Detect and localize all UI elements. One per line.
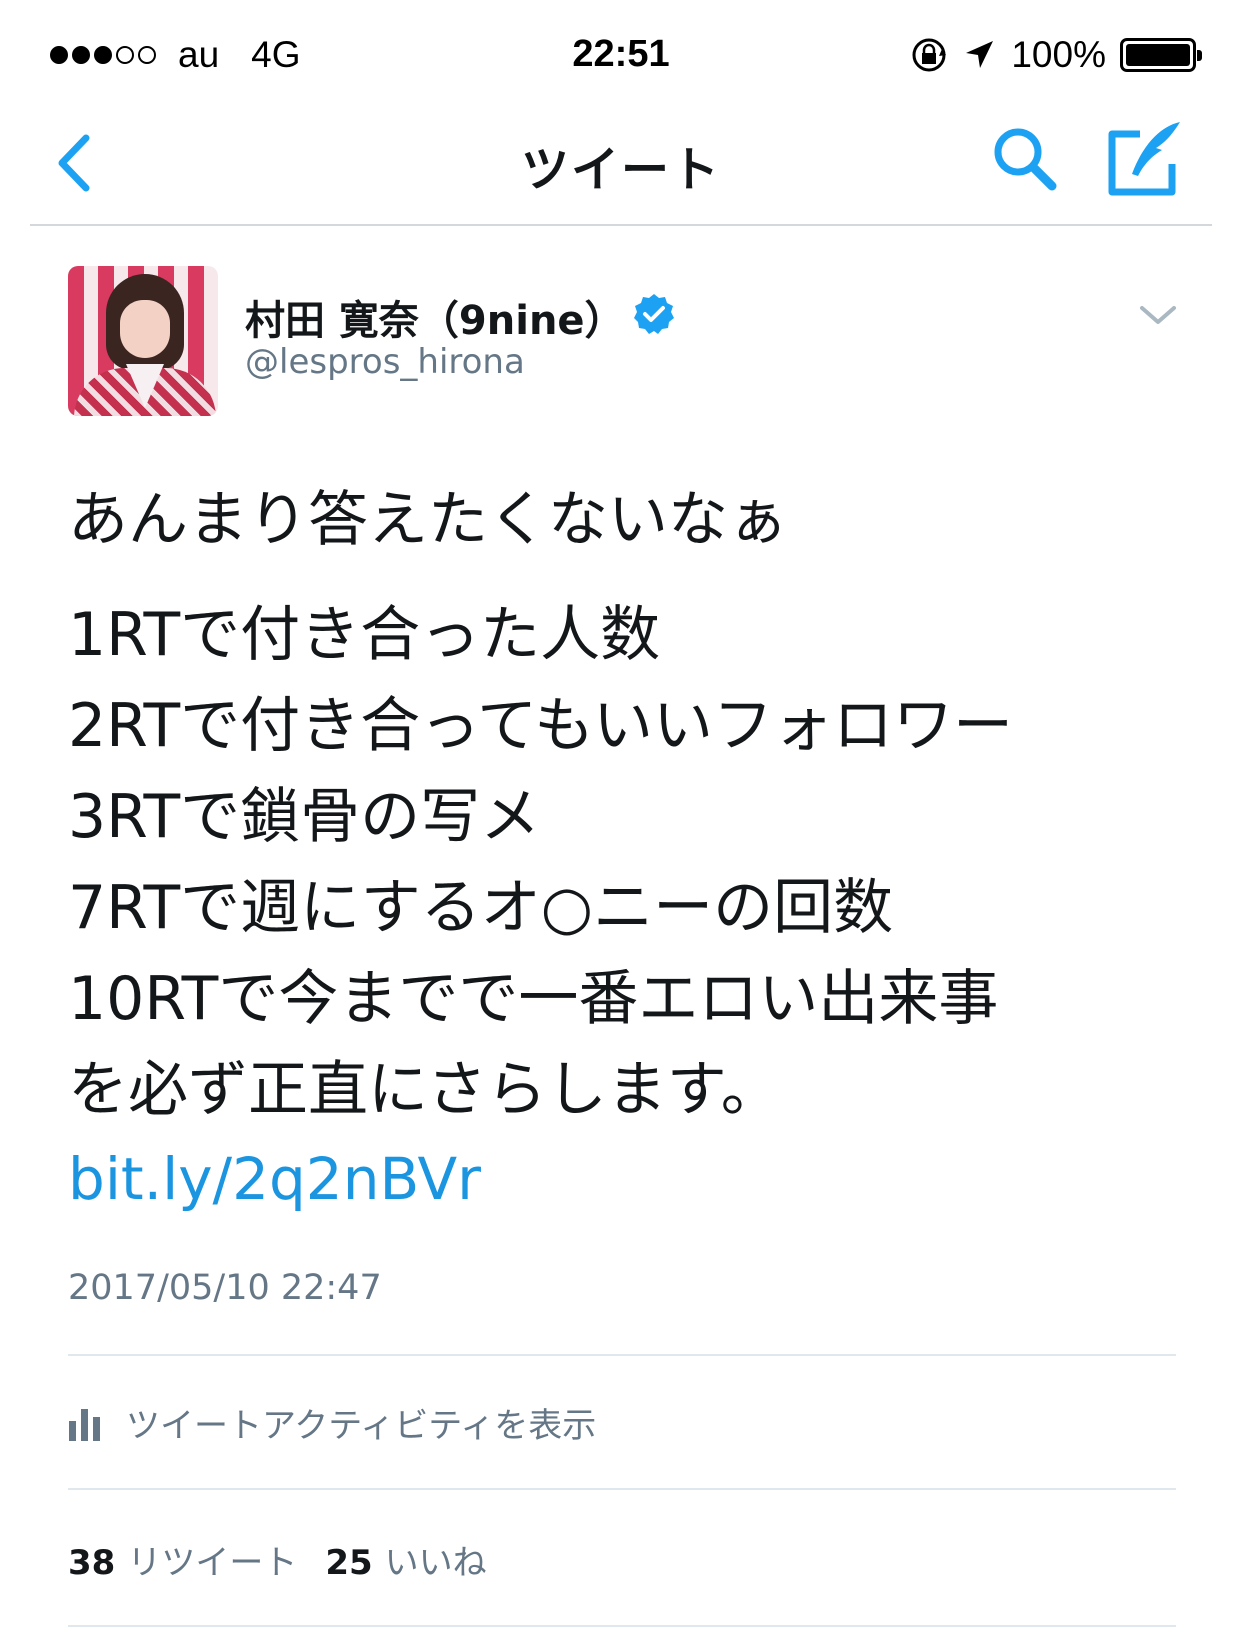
divider [68, 1625, 1176, 1627]
rotation-lock-icon [912, 38, 947, 72]
tweet-line: 7RTで週にするオ○ニーの回数 [68, 873, 894, 943]
battery-icon [1120, 38, 1202, 72]
status-right: 100% [909, 34, 1202, 76]
search-icon[interactable] [988, 122, 1064, 198]
retweet-count[interactable]: 38 [68, 1543, 115, 1583]
tweet-stats: 38 リツイート 25 いいね [68, 1535, 515, 1584]
status-bar: au 4G 22:51 100% [0, 0, 1242, 110]
retweet-label[interactable]: リツイート [127, 1535, 297, 1584]
avatar[interactable] [68, 266, 218, 416]
tweet-line: 1RTで付き合った人数 [68, 600, 661, 670]
like-label[interactable]: いいね [385, 1535, 487, 1584]
nav-bar: ツイート [30, 110, 1212, 226]
tweet-link[interactable]: bit.ly/2q2nBVr [68, 1145, 481, 1213]
tweet-line: を必ず正直にさらします。 [68, 1055, 781, 1125]
bar-chart-icon [69, 1408, 100, 1441]
tweet-line: 3RTで鎖骨の写メ [68, 782, 541, 852]
tweet-timestamp: 2017/05/10 22:47 [68, 1268, 382, 1308]
tweet-text: あんまり答えたくないなぁ 1RTで付き合った人数 2RTで付き合ってもいいフォロ… [68, 475, 1168, 1136]
tweet-activity-label: ツイートアクティビティを表示 [126, 1406, 597, 1446]
tweet-line: 2RTで付き合ってもいいフォロワー [68, 691, 1013, 761]
divider [68, 1488, 1176, 1490]
tweet-activity-button[interactable]: ツイートアクティビティを表示 [68, 1398, 596, 1447]
divider [68, 1354, 1176, 1356]
battery-fill [1126, 44, 1190, 66]
avatar-face [120, 300, 170, 358]
battery-percent: 100% [1011, 34, 1106, 75]
tweet-line: 10RTで今までで一番エロい出来事 [68, 964, 999, 1034]
tweet-detail-screen: au 4G 22:51 100% ツイート 村田 寛奈（9nine） @lesp… [0, 0, 1242, 1630]
display-name[interactable]: 村田 寛奈（9nine） [245, 288, 625, 346]
chevron-down-icon[interactable] [1138, 300, 1178, 330]
tweet-line: あんまり答えたくないなぁ [68, 485, 788, 555]
like-count[interactable]: 25 [325, 1543, 372, 1583]
screen-name[interactable]: @lespros_hirona [245, 342, 525, 382]
verified-badge-icon [634, 294, 674, 334]
compose-tweet-icon[interactable] [1100, 116, 1186, 202]
location-arrow-icon [966, 41, 994, 68]
